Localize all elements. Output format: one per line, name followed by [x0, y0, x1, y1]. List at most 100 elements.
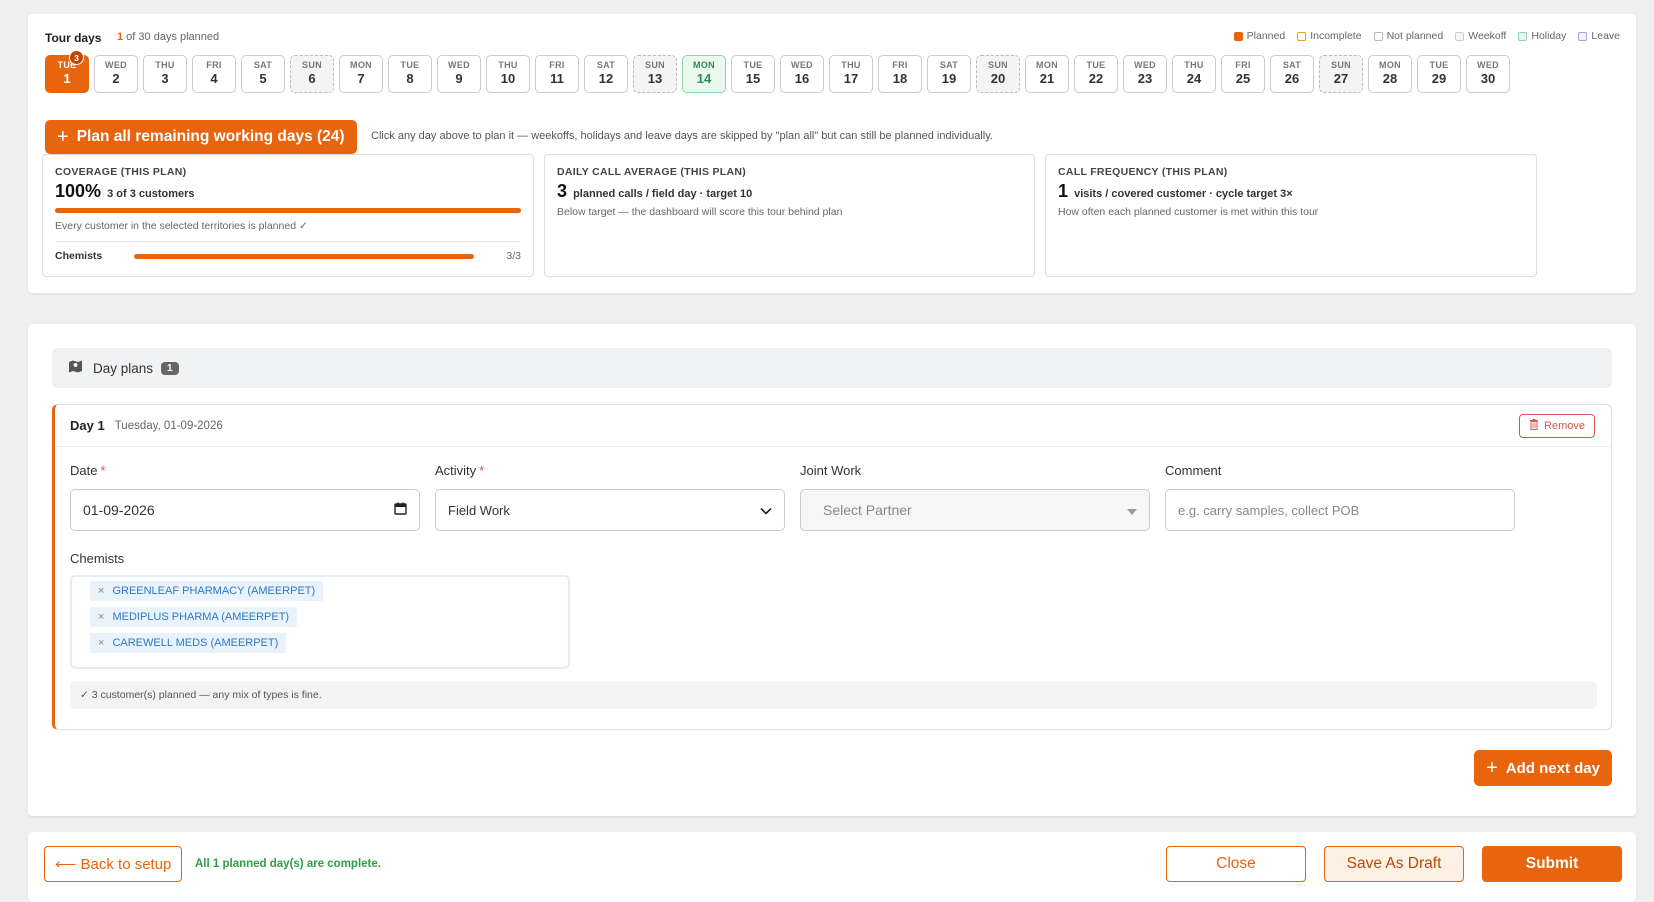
plus-icon: +: [1486, 756, 1498, 779]
day-chip[interactable]: WED 16: [780, 55, 824, 93]
day-chip[interactable]: SAT 19: [927, 55, 971, 93]
day-chip-number: 22: [1088, 71, 1104, 86]
chemist-tag[interactable]: × MEDIPLUS PHARMA (AMEERPET): [90, 607, 298, 627]
day-chip[interactable]: TUE 1 3: [45, 50, 89, 93]
day-chip[interactable]: TUE 15: [731, 55, 775, 93]
day-chip[interactable]: TUE 29: [1417, 55, 1461, 93]
chemist-tag-label: GREENLEAF PHARMACY (AMEERPET): [112, 585, 316, 597]
day-chip[interactable]: FRI 4: [192, 55, 236, 93]
legend-swatch: [1578, 31, 1588, 41]
day-plans-header[interactable]: Day plans 1: [52, 348, 1612, 388]
date-input[interactable]: 01-09-2026: [70, 489, 420, 531]
day-chip-weekday: SAT: [596, 60, 616, 70]
coverage-row-chemists: Chemists 3/3: [55, 250, 521, 262]
trash-icon: [1529, 419, 1539, 433]
day-chip-number: 14: [696, 71, 712, 86]
day-chip[interactable]: THU 24: [1172, 55, 1216, 93]
activity-select[interactable]: Field Work: [435, 489, 785, 531]
day-chip-weekday: TUE: [1429, 60, 1449, 70]
day-chip-weekday: SUN: [302, 60, 322, 70]
activity-value: Field Work: [448, 502, 510, 518]
status-legend: Planned Incomplete Not planned Weekoff Holid…: [1233, 30, 1620, 42]
day-chip[interactable]: WED 30: [1466, 55, 1510, 93]
day-chip-number: 1: [63, 71, 71, 86]
back-to-setup-button[interactable]: ⟵ Back to setup: [44, 846, 183, 882]
legend-item: Planned: [1233, 30, 1286, 42]
joint-work-select[interactable]: Select Partner: [800, 489, 1150, 531]
legend-label: Planned: [1246, 30, 1286, 42]
chemist-tag[interactable]: × CAREWELL MEDS (AMEERPET): [90, 633, 287, 653]
remove-tag-icon[interactable]: ×: [98, 585, 104, 597]
day-chip-number: 15: [745, 71, 761, 86]
remove-tag-icon[interactable]: ×: [98, 611, 104, 623]
day-chip[interactable]: TUE 22: [1074, 55, 1118, 93]
day-chip-badge: 3: [69, 50, 84, 65]
day-chip-weekday: MON: [350, 60, 372, 70]
submit-button[interactable]: Submit: [1482, 846, 1622, 882]
legend-swatch: [1297, 31, 1307, 41]
day-chip[interactable]: MON 21: [1025, 55, 1069, 93]
day-chip-number: 16: [794, 71, 810, 86]
day-chip[interactable]: FRI 25: [1221, 55, 1265, 93]
day-chip[interactable]: SAT 12: [584, 55, 628, 93]
comment-input[interactable]: e.g. carry samples, collect POB: [1165, 489, 1515, 531]
day-chip-number: 30: [1480, 71, 1496, 86]
day-chip[interactable]: SUN 20: [976, 55, 1020, 93]
day-chip-weekday: SAT: [253, 60, 273, 70]
joint-work-label: Joint Work: [800, 463, 862, 478]
day-chip[interactable]: MON 7: [339, 55, 383, 93]
day-chip[interactable]: THU 17: [829, 55, 873, 93]
day-chip[interactable]: WED 9: [437, 55, 481, 93]
day-chip-weekday: SUN: [645, 60, 665, 70]
caret-down-icon: [1127, 502, 1137, 518]
day-chip[interactable]: FRI 18: [878, 55, 922, 93]
required-mark: *: [479, 463, 485, 478]
chemist-tag[interactable]: × GREENLEAF PHARMACY (AMEERPET): [90, 581, 324, 601]
day-chip[interactable]: SUN 6: [290, 55, 334, 93]
day-chip[interactable]: MON 14: [682, 55, 726, 93]
day-chip-number: 20: [990, 71, 1006, 86]
day-chip-number: 11: [550, 71, 564, 86]
day-chip-weekday: THU: [841, 60, 861, 70]
coverage-row-bar: [134, 253, 475, 259]
day-chip-number: 19: [941, 71, 957, 86]
day-chip[interactable]: WED 23: [1123, 55, 1167, 93]
day-chip[interactable]: MON 28: [1368, 55, 1412, 93]
calendar-icon[interactable]: [394, 502, 407, 518]
divider: [55, 241, 521, 242]
day-chip[interactable]: THU 10: [486, 55, 530, 93]
chemists-multiselect[interactable]: × GREENLEAF PHARMACY (AMEERPET) × MEDIPLUS…: [70, 575, 570, 669]
legend-item: Incomplete: [1297, 30, 1362, 42]
legend-swatch: [1455, 31, 1465, 41]
chemist-tag-label: CAREWELL MEDS (AMEERPET): [112, 637, 279, 649]
plan-all-button[interactable]: + Plan all remaining working days (24): [45, 120, 357, 154]
day-chip-number: 17: [843, 71, 859, 86]
day-chip[interactable]: TUE 8: [388, 55, 432, 93]
add-next-day-button[interactable]: + Add next day: [1474, 750, 1612, 786]
day-chip-number: 12: [598, 71, 614, 86]
day-chip[interactable]: SUN 13: [633, 55, 677, 93]
close-button[interactable]: Close: [1166, 846, 1306, 882]
day-chip[interactable]: WED 2: [94, 55, 138, 93]
day-chip-number: 13: [647, 71, 663, 86]
day-chip-number: 4: [210, 71, 218, 86]
remove-tag-icon[interactable]: ×: [98, 637, 104, 649]
frequency-sub: How often each planned customer is met w…: [1058, 206, 1319, 218]
day-chip[interactable]: SAT 26: [1270, 55, 1314, 93]
date-label-text: Date: [70, 463, 98, 478]
day-chip-number: 7: [357, 71, 365, 86]
save-draft-button[interactable]: Save As Draft: [1324, 846, 1464, 882]
day-chip[interactable]: SUN 27: [1319, 55, 1363, 93]
date-value: 01-09-2026: [83, 502, 155, 518]
day-chip[interactable]: THU 3: [143, 55, 187, 93]
legend-label: Incomplete: [1310, 30, 1362, 42]
coverage-sub: Every customer in the selected territori…: [55, 220, 308, 232]
day-plan-date: Tuesday, 01-09-2026: [114, 419, 223, 432]
daily-detail: planned calls / field day · target 10: [573, 188, 753, 200]
day-plan-header: Day 1 Tuesday, 01-09-2026 Remove: [55, 405, 1611, 447]
day-chip[interactable]: SAT 5: [241, 55, 285, 93]
comment-label: Comment: [1165, 463, 1222, 478]
day-chip-weekday: WED: [791, 60, 813, 70]
remove-day-button[interactable]: Remove: [1519, 414, 1595, 438]
day-chip[interactable]: FRI 11: [535, 55, 579, 93]
